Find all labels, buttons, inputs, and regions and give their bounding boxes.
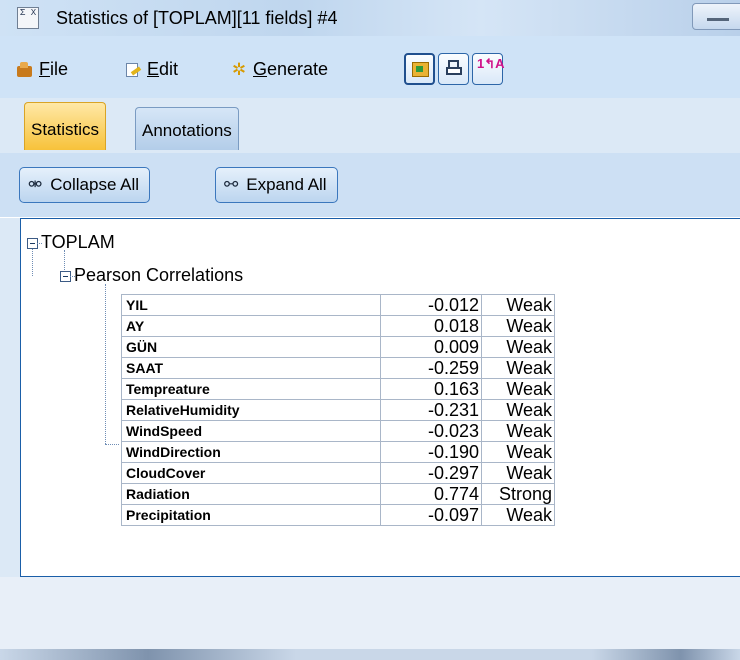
correlation-strength-cell: Weak xyxy=(481,420,555,442)
print-button[interactable] xyxy=(438,53,469,85)
menu-edit-label: dit xyxy=(159,59,179,79)
empty-lower-area xyxy=(20,577,740,649)
table-row: YIL -0.012 Weak xyxy=(121,294,555,316)
table-row: WindSpeed -0.023 Weak xyxy=(121,420,555,442)
statistics-window: Σ X Statistics of [TOPLAM][11 fields] #4… xyxy=(0,0,740,660)
generate-icon: ✲ xyxy=(231,59,247,79)
field-name-cell: WindDirection xyxy=(121,441,381,463)
correlation-value-cell: 0.009 xyxy=(380,336,482,358)
table-row: RelativeHumidity -0.231 Weak xyxy=(121,399,555,421)
field-name-cell: WindSpeed xyxy=(121,420,381,442)
field-name-cell: Radiation xyxy=(121,483,381,505)
field-name-cell: CloudCover xyxy=(121,462,381,484)
collapse-all-label: Collapse All xyxy=(50,175,140,194)
menu-bar: File Edit ✲ Generate 1↰A xyxy=(0,36,740,98)
expand-all-icon: ⚯ xyxy=(224,175,239,194)
title-bar[interactable]: Σ X Statistics of [TOPLAM][11 fields] #4 xyxy=(0,0,740,36)
field-name-cell: YIL xyxy=(121,294,381,316)
field-name-cell: SAAT xyxy=(121,357,381,379)
correlation-value-cell: 0.163 xyxy=(380,378,482,400)
table-row: CloudCover -0.297 Weak xyxy=(121,462,555,484)
tab-annotations[interactable]: Annotations xyxy=(135,107,239,150)
table-row: GÜN 0.009 Weak xyxy=(121,336,555,358)
menu-generate[interactable]: ✲ Generate xyxy=(231,59,328,80)
tree-node-pearson-correlations[interactable]: Pearson Correlations xyxy=(74,265,243,286)
correlation-strength-cell: Weak xyxy=(481,462,555,484)
menu-generate-label: enerate xyxy=(267,59,329,79)
left-edge xyxy=(0,577,20,649)
file-icon xyxy=(17,61,33,78)
correlation-strength-cell: Weak xyxy=(481,336,555,358)
menu-file[interactable]: File xyxy=(17,59,68,80)
correlation-value-cell: -0.190 xyxy=(380,441,482,463)
correlation-value-cell: -0.023 xyxy=(380,420,482,442)
statistics-output-panel[interactable]: TOPLAM Pearson Correlations YIL -0.012 Wea… xyxy=(20,218,740,577)
correlation-strength-cell: Strong xyxy=(481,483,555,505)
correlation-value-cell: -0.231 xyxy=(380,399,482,421)
correlation-value-cell: 0.774 xyxy=(380,483,482,505)
collapse-all-icon: ⚮ xyxy=(28,175,43,194)
field-name-cell: AY xyxy=(121,315,381,337)
correlation-strength-cell: Weak xyxy=(481,294,555,316)
minimize-button[interactable] xyxy=(692,3,740,30)
sort-button[interactable]: 1↰A xyxy=(472,53,505,85)
correlation-strength-cell: Weak xyxy=(481,504,555,526)
field-name-cell: Tempreature xyxy=(121,378,381,400)
left-margin xyxy=(0,218,20,577)
field-name-cell: Precipitation xyxy=(121,504,381,526)
correlation-strength-cell: Weak xyxy=(481,378,555,400)
expand-all-button[interactable]: ⚯ Expand All xyxy=(215,167,338,203)
correlation-value-cell: -0.297 xyxy=(380,462,482,484)
correlation-value-cell: -0.012 xyxy=(380,294,482,316)
tab-statistics[interactable]: Statistics xyxy=(24,102,107,150)
window-title: Statistics of [TOPLAM][11 fields] #4 xyxy=(56,8,338,28)
correlation-strength-cell: Weak xyxy=(481,315,555,337)
correlation-strength-cell: Weak xyxy=(481,357,555,379)
collapse-all-button[interactable]: ⚮ Collapse All xyxy=(19,167,151,203)
print-icon xyxy=(446,60,462,78)
sort-icon: 1↰A xyxy=(477,56,505,71)
table-row: Radiation 0.774 Strong xyxy=(121,483,555,505)
field-name-cell: RelativeHumidity xyxy=(121,399,381,421)
copy-to-clipboard-icon xyxy=(412,62,429,77)
action-toolbar: ⚮ Collapse All ⚯ Expand All xyxy=(0,153,740,217)
table-row: AY 0.018 Weak xyxy=(121,315,555,337)
table-row: Precipitation -0.097 Weak xyxy=(121,504,555,526)
field-name-cell: GÜN xyxy=(121,336,381,358)
status-bar-edge xyxy=(0,649,740,660)
tree-node-toplam[interactable]: TOPLAM xyxy=(41,232,115,253)
tab-strip: Statistics Annotations xyxy=(0,98,740,153)
table-row: SAAT -0.259 Weak xyxy=(121,357,555,379)
correlation-value-cell: 0.018 xyxy=(380,315,482,337)
edit-icon xyxy=(125,62,141,78)
menu-file-mnemonic: F xyxy=(39,59,50,79)
correlation-strength-cell: Weak xyxy=(481,399,555,421)
table-row: Tempreature 0.163 Weak xyxy=(121,378,555,400)
expand-all-label: Expand All xyxy=(246,175,327,194)
menu-edit-mnemonic: E xyxy=(147,59,160,79)
menu-generate-mnemonic: G xyxy=(253,59,268,79)
correlation-strength-cell: Weak xyxy=(481,441,555,463)
menu-edit[interactable]: Edit xyxy=(125,59,178,80)
copy-to-clipboard-button[interactable] xyxy=(404,53,435,85)
correlation-value-cell: -0.097 xyxy=(380,504,482,526)
correlation-value-cell: -0.259 xyxy=(380,357,482,379)
statistics-app-icon: Σ X xyxy=(17,7,39,29)
menu-file-label: ile xyxy=(50,59,69,79)
pearson-correlations-table: YIL -0.012 Weak AY 0.018 Weak GÜN 0.009 Weak SAAT… xyxy=(121,294,555,526)
table-row: WindDirection -0.190 Weak xyxy=(121,441,555,463)
